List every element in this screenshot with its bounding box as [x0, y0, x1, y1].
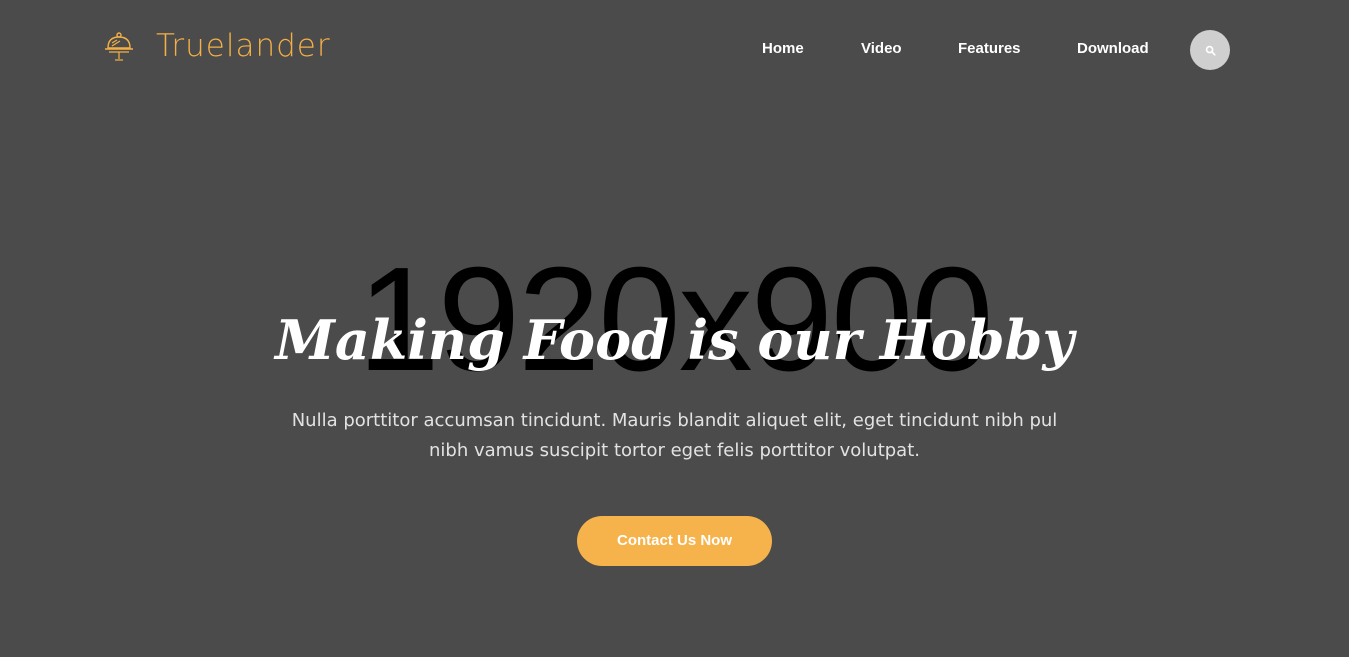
contact-us-button[interactable]: Contact Us Now — [577, 516, 772, 566]
nav-item-features[interactable]: Features — [958, 38, 1021, 60]
brand-name: Truelander — [156, 28, 331, 64]
brand-logo[interactable]: Truelander — [104, 26, 331, 66]
hero-description-line-2: nibh vamus suscipit tortor eget felis po… — [428, 440, 920, 461]
hero-description: Nulla porttitor accumsan tincidunt. Maur… — [0, 406, 1349, 466]
header: Truelander Home Video Features Download — [0, 0, 1349, 100]
nav-item-download[interactable]: Download — [1077, 38, 1149, 60]
cloche-icon — [105, 32, 133, 61]
page: Truelander Home Video Features Download … — [0, 0, 1349, 657]
hero-description-line-1: Nulla porttitor accumsan tincidunt. Maur… — [291, 410, 1058, 431]
search-icon — [1205, 45, 1216, 56]
hero-title: Making Food is our Hobby — [275, 308, 1074, 372]
nav-item-home[interactable]: Home — [762, 38, 804, 60]
search-button[interactable] — [1190, 30, 1230, 70]
nav-item-video[interactable]: Video — [861, 38, 902, 60]
